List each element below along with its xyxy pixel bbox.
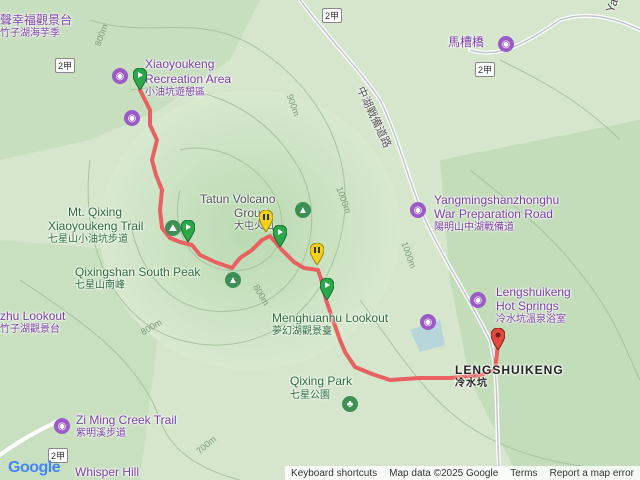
route-shield: 2甲 [322,8,343,23]
start-marker[interactable] [133,68,147,90]
poi-label[interactable]: Yangmingshanzhonghu [434,193,559,208]
route-shield: 2甲 [55,58,76,73]
poi-label[interactable]: Qixingshan South Peak 七星山南峰 [75,265,200,291]
poi-label[interactable]: Qixing Park [290,374,352,389]
report-error-link[interactable]: Report a map error [544,468,640,479]
attraction-icon[interactable]: ◉ [410,202,426,218]
poi-label[interactable]: Mt. Qixing [68,205,122,220]
poi-label[interactable]: 馬槽橋 [448,35,484,50]
attraction-icon[interactable]: ◉ [124,110,140,126]
poi-label[interactable]: 七星公園 [290,390,330,402]
attraction-icon[interactable]: ◉ [420,314,436,330]
poi-label[interactable]: Xiaoyoukeng [145,57,214,72]
poi-label[interactable]: Zi Ming Creek Trail 紫明溪步道 [76,413,177,439]
place-label: LENGSHUIKENG 冷水坑 [455,363,564,389]
route-shield: 2甲 [475,62,496,77]
attraction-icon[interactable]: ◉ [470,292,486,308]
map-footer: Keyboard shortcuts Map data ©2025 Google… [284,466,640,480]
poi-label[interactable]: Tatun Volcano [200,192,275,207]
mountain-icon[interactable]: ▲ [225,272,241,288]
trail-icon[interactable]: ⛰ [165,220,181,236]
map-data-text: Map data ©2025 Google [389,467,499,479]
google-logo-text: Google [8,459,61,476]
poi-label[interactable]: zhu Lookout 竹子湖觀景台 [0,309,65,335]
waypoint-marker[interactable] [259,210,273,232]
terms-link[interactable]: Terms [504,468,543,479]
poi-label[interactable]: War Preparation Road 陽明山中湖戰備道 [434,207,553,233]
waypoint-marker[interactable] [310,243,324,265]
attraction-icon[interactable]: ◉ [498,36,514,52]
waypoint-marker[interactable] [181,220,195,242]
attraction-icon[interactable]: ◉ [112,68,128,84]
poi-label[interactable]: Xiaoyoukeng Trail 七星山小油坑步道 [48,219,143,245]
waypoint-marker[interactable] [320,278,334,300]
poi-label[interactable]: Hot Springs 冷水坑溫泉浴室 [496,299,566,325]
end-marker[interactable] [491,328,505,350]
mountain-icon[interactable]: ▲ [295,202,311,218]
attraction-icon[interactable]: ◉ [54,418,70,434]
poi-label[interactable]: Recreation Area 小油坑遊憩區 [145,72,231,98]
keyboard-shortcuts-link[interactable]: Keyboard shortcuts [285,468,383,479]
park-icon[interactable]: ♣ [342,396,358,412]
poi-label[interactable]: Menghuanhu Lookout 夢幻湖觀景臺 [272,311,388,337]
map-canvas[interactable]: 800m 900m 1000m 1000m 800m 700m 800m 中湖戰… [0,0,640,480]
waypoint-marker[interactable] [273,225,287,247]
poi-label[interactable]: 聲幸福觀景台 竹子湖海芋季 [0,13,72,39]
google-logo: Google [8,459,61,477]
poi-label[interactable]: Lengshuikeng [496,285,571,300]
poi-label[interactable]: Whisper Hill [75,465,139,480]
